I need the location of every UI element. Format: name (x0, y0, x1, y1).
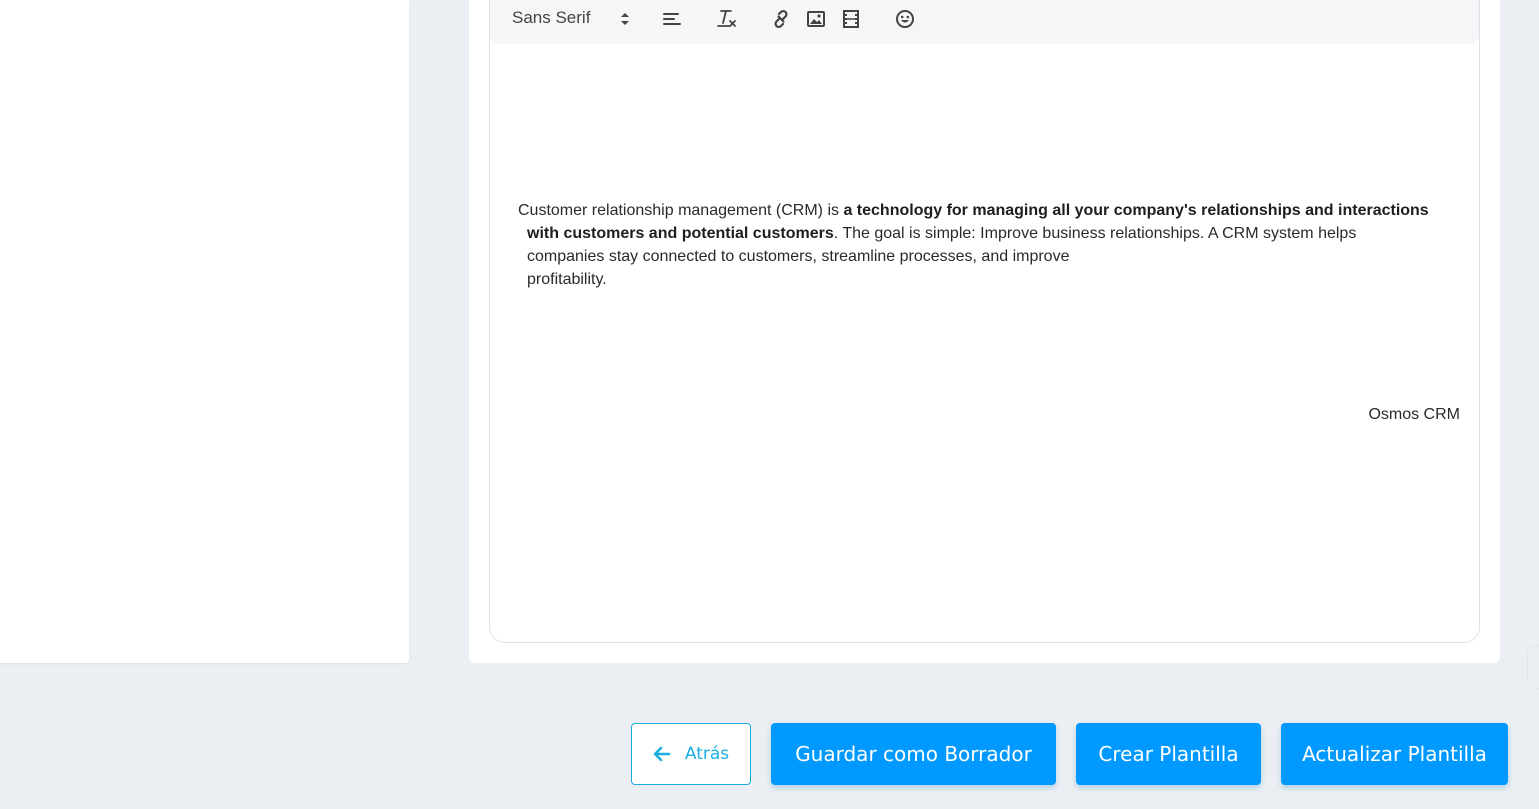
content-line: profitability. (527, 271, 607, 288)
rich-text-editor[interactable]: Sans Serif Customer relationship managem… (489, 0, 1480, 643)
side-scroll-handle[interactable] (1527, 645, 1539, 689)
content-bold-text: a technology for managing all your compa… (843, 202, 1429, 219)
editor-toolbar: Sans Serif (490, 0, 1479, 44)
align-left-icon[interactable] (661, 8, 683, 30)
update-template-button[interactable]: Actualizar Plantilla (1281, 723, 1508, 785)
emoji-icon[interactable] (894, 8, 916, 30)
content-line: companies stay connected to customers, s… (527, 248, 1070, 265)
back-button-label: Atrás (684, 744, 730, 764)
save-draft-button[interactable]: Guardar como Borrador (771, 723, 1056, 785)
template-card: Sans Serif Customer relationship managem… (469, 0, 1500, 663)
image-icon[interactable] (805, 8, 827, 30)
video-icon[interactable] (840, 8, 862, 30)
back-button[interactable]: Atrás (631, 723, 751, 785)
content-text: . The goal is simple: Improve business r… (833, 225, 1357, 242)
clear-format-icon[interactable] (716, 8, 738, 30)
editor-content[interactable]: Customer relationship management (CRM) i… (518, 199, 1453, 291)
left-panel (0, 0, 409, 663)
arrow-left-icon (653, 746, 671, 762)
content-line: with customers and potential customers. … (518, 222, 1453, 245)
create-template-button[interactable]: Crear Plantilla (1076, 723, 1261, 785)
signature-text: Osmos CRM (1368, 406, 1460, 423)
font-select[interactable]: Sans Serif (512, 8, 629, 28)
content-text: Customer relationship management (CRM) i… (518, 202, 844, 219)
content-bold-text: with customers and potential customers (527, 225, 834, 242)
font-select-value: Sans Serif (512, 8, 591, 27)
link-icon[interactable] (770, 8, 792, 30)
updown-caret-icon (621, 13, 629, 25)
